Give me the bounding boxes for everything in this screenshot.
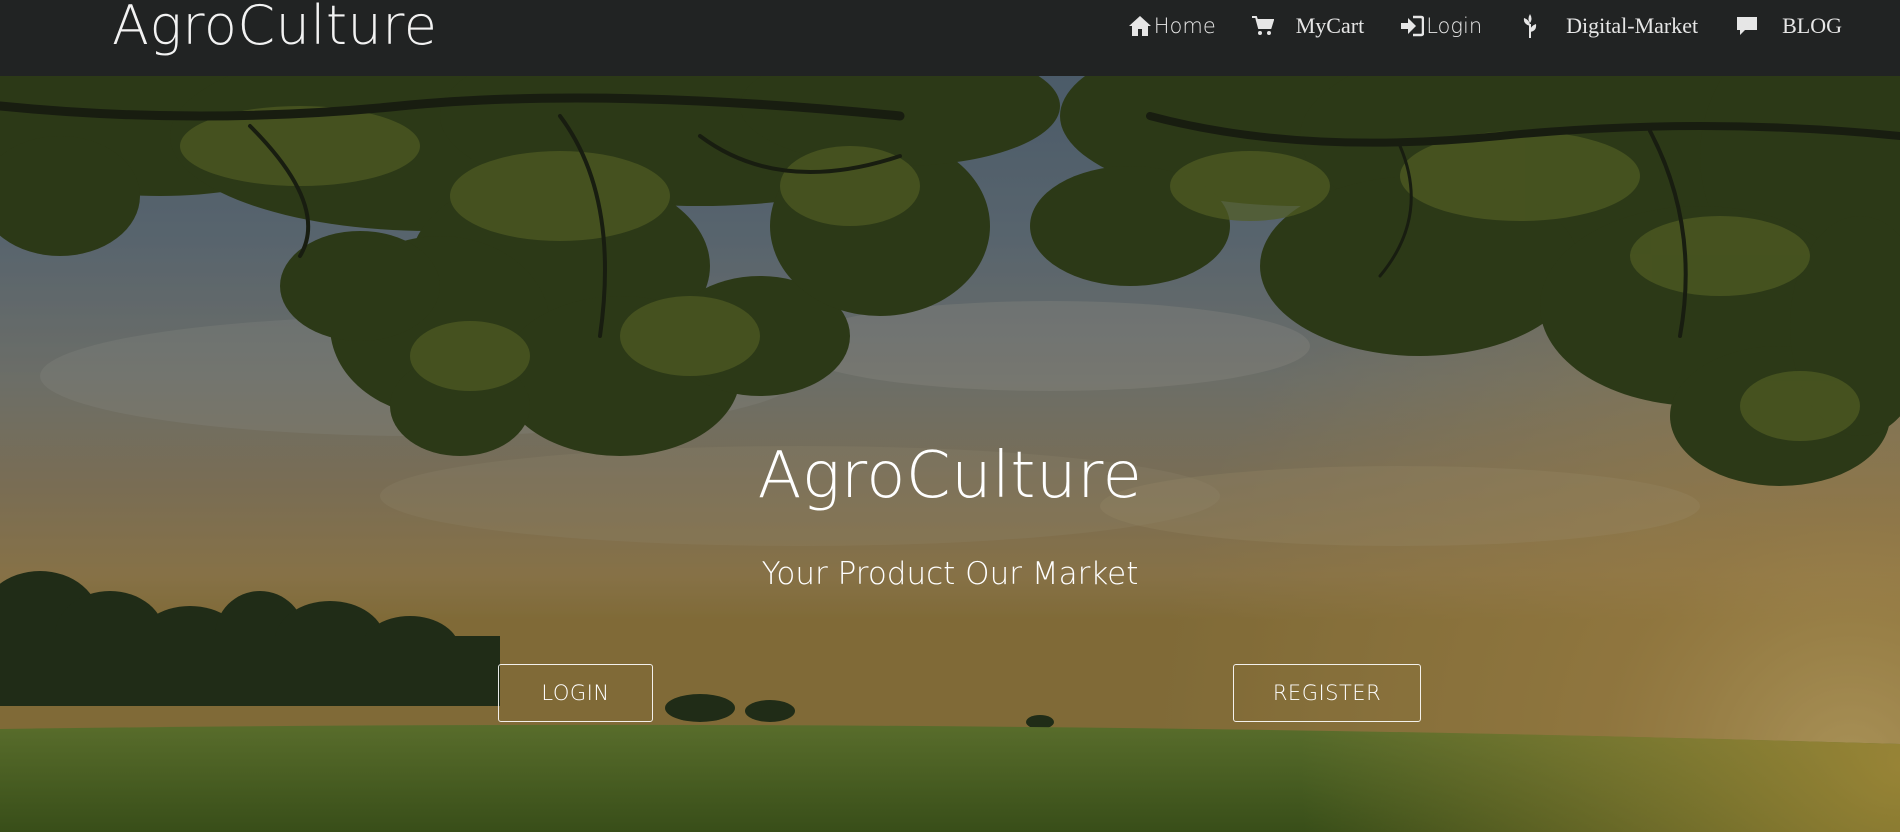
home-icon	[1128, 15, 1152, 37]
brand-logo-text[interactable]: AgroCulture	[112, 0, 437, 58]
nav-item-blog-label: BLOG	[1782, 13, 1842, 38]
nav-item-login[interactable]: Login	[1400, 14, 1482, 38]
top-navbar: AgroCulture Home MyCart Login Digital-Ma…	[0, 0, 1900, 76]
nav-menu: Home MyCart Login Digital-Market BLOG	[1128, 8, 1842, 44]
hero-section: AgroCulture Your Product Our Market LOGI…	[0, 76, 1900, 832]
nav-item-login-label: Login	[1426, 14, 1483, 38]
hero-title: AgroCulture	[757, 439, 1143, 513]
nav-item-home-label: Home	[1153, 14, 1216, 38]
hero-subtitle: Your Product Our Market	[761, 556, 1139, 592]
nav-item-digital-market[interactable]: Digital-Market	[1522, 13, 1698, 39]
register-button[interactable]: REGISTER	[1233, 664, 1421, 722]
nav-item-home[interactable]: Home	[1128, 14, 1216, 38]
comment-icon	[1736, 16, 1758, 36]
login-button[interactable]: LOGIN	[498, 664, 653, 722]
nav-item-mycart-label: MyCart	[1295, 13, 1365, 38]
shopping-cart-icon	[1251, 16, 1274, 36]
nav-item-mycart[interactable]: MyCart	[1251, 13, 1365, 39]
nav-item-blog[interactable]: BLOG	[1736, 13, 1842, 39]
leaf-sprout-icon	[1522, 14, 1538, 38]
nav-item-digital-market-label: Digital-Market	[1566, 13, 1699, 38]
login-icon	[1400, 15, 1425, 37]
